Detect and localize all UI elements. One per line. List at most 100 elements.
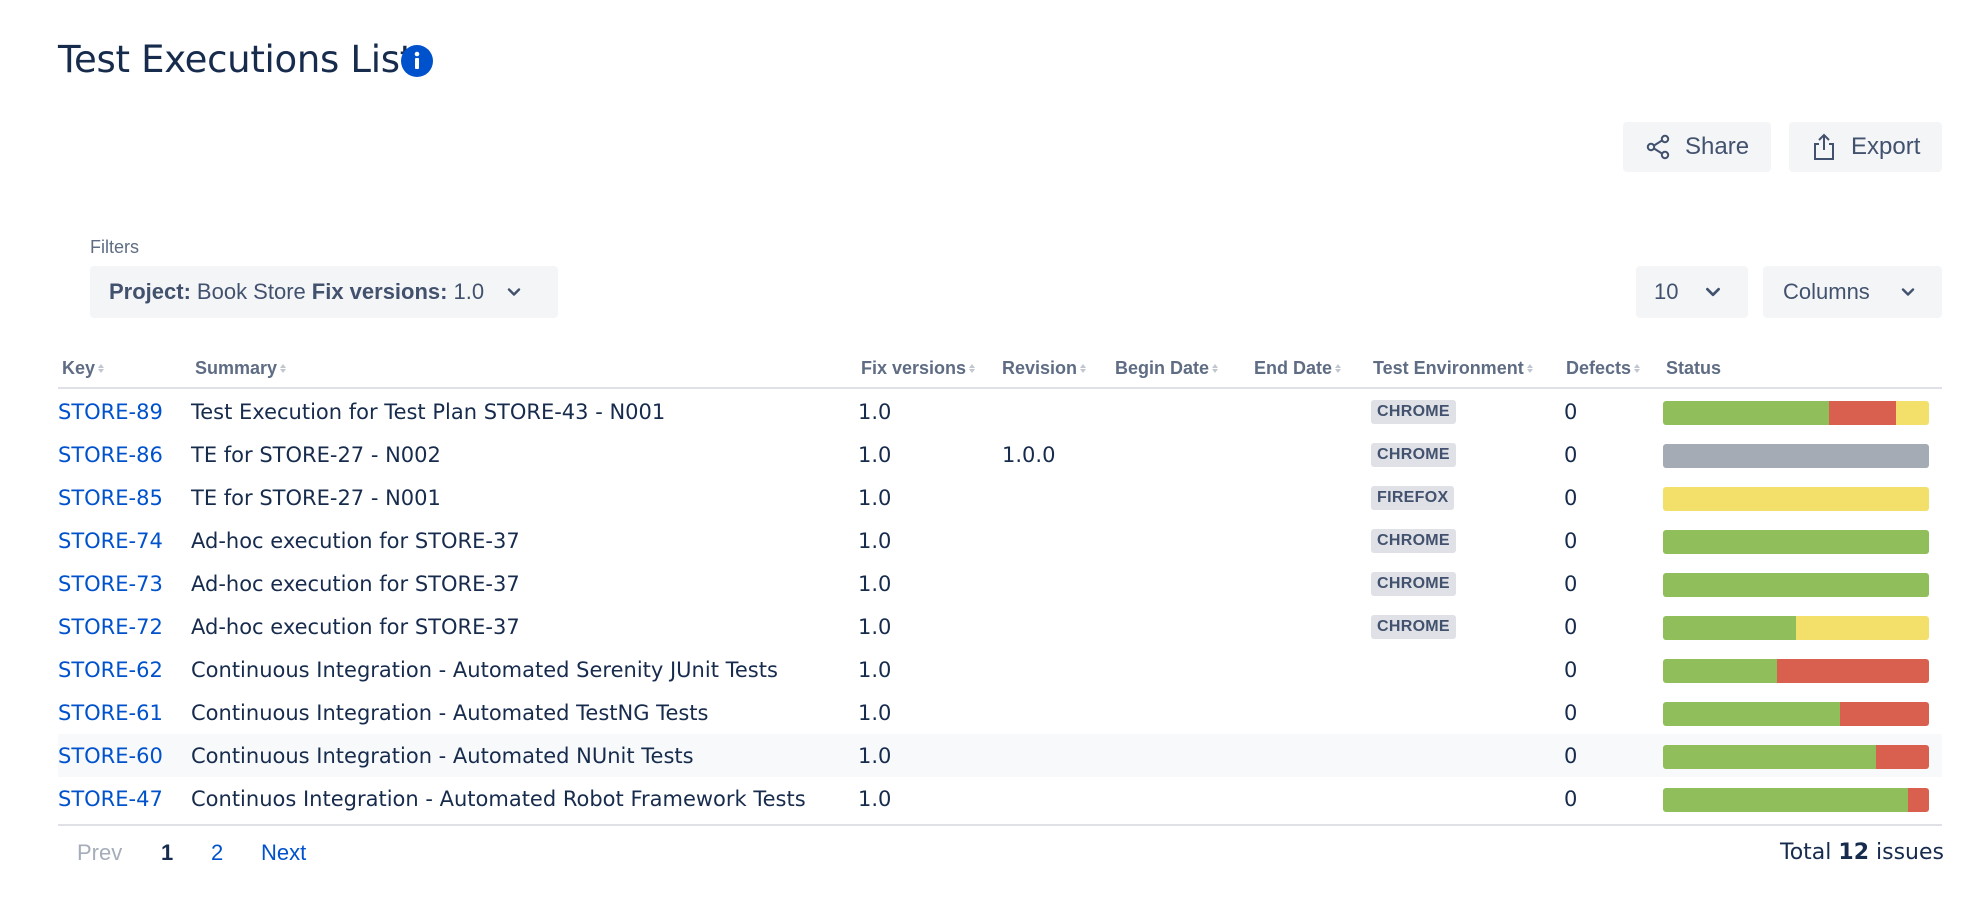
status-segment xyxy=(1777,659,1929,683)
share-button-label: Share xyxy=(1685,133,1750,160)
environment-lozenge: FIREFOX xyxy=(1371,485,1455,510)
environment-cell: CHROME xyxy=(1371,519,1456,562)
fix-version-cell: 1.0 xyxy=(858,485,892,510)
issue-key-link[interactable]: STORE-62 xyxy=(58,648,163,691)
sort-icon xyxy=(1080,364,1087,373)
issue-key-link[interactable]: STORE-86 xyxy=(58,433,163,476)
table-row[interactable]: STORE-89 Test Execution for Test Plan STO… xyxy=(58,390,1942,433)
table-row[interactable]: STORE-73 Ad-hoc execution for STORE-37 1.0… xyxy=(58,562,1942,605)
revision-cell: 1.0.0 xyxy=(1002,442,1056,467)
column-header-fix-versions[interactable]: Fix versions xyxy=(861,358,976,379)
environment-cell: CHROME xyxy=(1371,390,1456,433)
issue-key-link[interactable]: STORE-85 xyxy=(58,476,163,519)
status-segment xyxy=(1829,401,1896,425)
issue-key-link[interactable]: STORE-73 xyxy=(58,562,163,605)
status-progress-bar[interactable] xyxy=(1663,616,1929,640)
summary-cell: TE for STORE-27 - N001 xyxy=(191,485,441,510)
summary-cell: TE for STORE-27 - N002 xyxy=(191,442,441,467)
share-icon xyxy=(1646,134,1670,160)
issue-key-link[interactable]: STORE-89 xyxy=(58,390,163,433)
defects-cell: 0 xyxy=(1564,485,1578,510)
filter-project-value: Book Store xyxy=(196,279,306,304)
status-segment xyxy=(1907,788,1929,812)
fix-version-cell: 1.0 xyxy=(858,614,892,639)
status-progress-bar[interactable] xyxy=(1663,702,1929,726)
next-page-button[interactable]: Next xyxy=(261,840,306,866)
chevron-down-icon xyxy=(1706,287,1721,297)
sort-icon xyxy=(1212,364,1219,373)
column-header-begin-date[interactable]: Begin Date xyxy=(1115,358,1219,379)
fix-version-cell: 1.0 xyxy=(858,786,892,811)
table-row[interactable]: STORE-86 TE for STORE-27 - N002 1.0 1.0.0 CH… xyxy=(58,433,1942,476)
summary-cell: Ad-hoc execution for STORE-37 xyxy=(191,614,520,639)
status-progress-bar[interactable] xyxy=(1663,530,1929,554)
status-segment xyxy=(1663,401,1830,425)
status-progress-bar[interactable] xyxy=(1663,573,1929,597)
filter-fixversions-key: Fix versions: xyxy=(311,279,448,304)
filter-fixversions-value: 1.0 xyxy=(453,279,485,304)
issue-key-link[interactable]: STORE-72 xyxy=(58,605,163,648)
issue-key-link[interactable]: STORE-74 xyxy=(58,519,163,562)
sort-icon xyxy=(1335,364,1342,373)
summary-cell: Ad-hoc execution for STORE-37 xyxy=(191,528,520,553)
fix-version-cell: 1.0 xyxy=(858,399,892,424)
status-progress-bar[interactable] xyxy=(1663,401,1929,425)
environment-lozenge: CHROME xyxy=(1371,571,1456,596)
filter-dropdown[interactable]: Project: Book Store Fix versions: 1.0 xyxy=(90,266,558,318)
page-size-select[interactable]: 10 xyxy=(1636,266,1748,318)
issue-key-link[interactable]: STORE-60 xyxy=(58,734,163,777)
summary-cell: Continuous Integration - Automated Seren… xyxy=(191,657,778,682)
sort-icon xyxy=(1634,364,1641,373)
status-segment xyxy=(1663,745,1876,769)
info-icon[interactable] xyxy=(401,45,433,77)
sort-icon xyxy=(98,364,105,373)
defects-cell: 0 xyxy=(1564,743,1578,768)
defects-cell: 0 xyxy=(1564,528,1578,553)
share-button[interactable]: Share xyxy=(1623,122,1771,172)
issue-key-link[interactable]: STORE-47 xyxy=(58,777,163,820)
fix-version-cell: 1.0 xyxy=(858,700,892,725)
column-header-summary[interactable]: Summary xyxy=(195,358,287,379)
footer-divider xyxy=(58,824,1942,826)
sort-icon xyxy=(969,364,976,373)
table-row[interactable]: STORE-74 Ad-hoc execution for STORE-37 1.0… xyxy=(58,519,1942,562)
column-header-end-date[interactable]: End Date xyxy=(1254,358,1342,379)
status-progress-bar[interactable] xyxy=(1663,745,1929,769)
environment-lozenge: CHROME xyxy=(1371,442,1456,467)
table-row[interactable]: STORE-61 Continuous Integration - Automat… xyxy=(58,691,1942,734)
environment-lozenge: CHROME xyxy=(1371,399,1456,424)
environment-cell: FIREFOX xyxy=(1371,476,1455,519)
columns-select[interactable]: Columns xyxy=(1763,266,1942,318)
summary-cell: Continuous Integration - Automated NUnit… xyxy=(191,743,694,768)
page-size-value: 10 xyxy=(1654,279,1679,304)
fix-version-cell: 1.0 xyxy=(858,743,892,768)
summary-cell: Continuos Integration - Automated Robot … xyxy=(191,786,806,811)
column-header-revision[interactable]: Revision xyxy=(1002,358,1087,379)
status-progress-bar[interactable] xyxy=(1663,487,1929,511)
status-progress-bar[interactable] xyxy=(1663,444,1929,468)
defects-cell: 0 xyxy=(1564,786,1578,811)
issue-key-link[interactable]: STORE-61 xyxy=(58,691,163,734)
column-header-test-environment[interactable]: Test Environment xyxy=(1373,358,1533,379)
table-row[interactable]: STORE-62 Continuous Integration - Automat… xyxy=(58,648,1942,691)
defects-cell: 0 xyxy=(1564,442,1578,467)
prev-page-button[interactable]: Prev xyxy=(77,840,122,866)
column-header-defects[interactable]: Defects xyxy=(1566,358,1641,379)
environment-cell: CHROME xyxy=(1371,433,1456,476)
status-segment xyxy=(1663,444,1929,468)
export-button[interactable]: Export xyxy=(1789,122,1942,172)
table-row[interactable]: STORE-85 TE for STORE-27 - N001 1.0 FIREFOX… xyxy=(58,476,1942,519)
page-1-button[interactable]: 1 xyxy=(161,840,173,866)
status-segment xyxy=(1663,487,1929,511)
table-row[interactable]: STORE-60 Continuous Integration - Automat… xyxy=(58,734,1942,777)
column-header-key[interactable]: Key xyxy=(62,358,105,379)
page-2-button[interactable]: 2 xyxy=(211,840,223,866)
status-progress-bar[interactable] xyxy=(1663,788,1929,812)
environment-lozenge: CHROME xyxy=(1371,528,1456,553)
table-row[interactable]: STORE-47 Continuos Integration - Automate… xyxy=(58,777,1942,820)
sort-icon xyxy=(1526,364,1533,373)
table-row[interactable]: STORE-72 Ad-hoc execution for STORE-37 1.0… xyxy=(58,605,1942,648)
defects-cell: 0 xyxy=(1564,657,1578,682)
status-progress-bar[interactable] xyxy=(1663,659,1929,683)
summary-cell: Ad-hoc execution for STORE-37 xyxy=(191,571,520,596)
